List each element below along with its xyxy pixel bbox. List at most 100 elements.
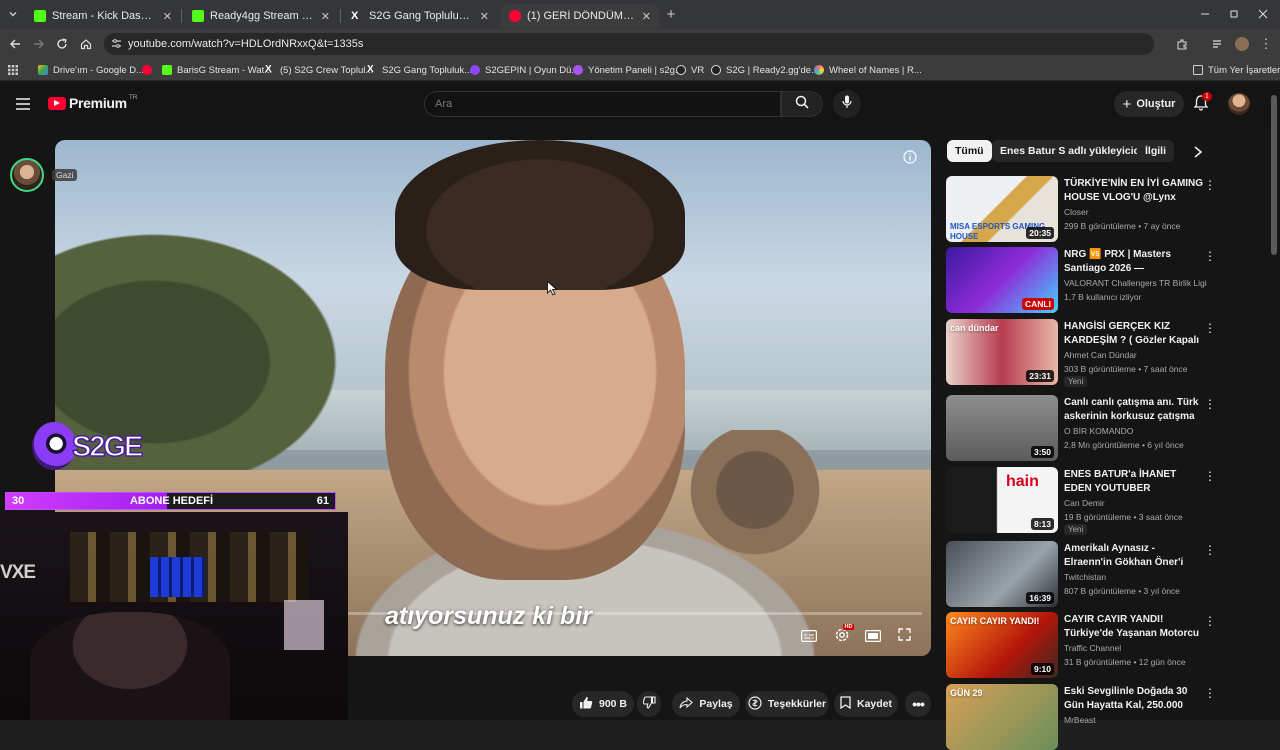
close-tab-icon[interactable]: ✕: [480, 10, 489, 23]
recommendation-item[interactable]: CAYIR CAYIR YANDI! 9:10 CAYIR CAYIR YANDI!…: [946, 612, 1216, 678]
subtitles-icon[interactable]: [801, 629, 818, 647]
recommendation-title[interactable]: TÜRKİYE'NİN EN İYİ GAMING HOUSE VLOG'U @…: [1064, 177, 1204, 204]
recommendation-item[interactable]: 3:50 Canlı canlı çatışma anı. Türk askeri…: [946, 395, 1216, 461]
youtube-premium-logo[interactable]: Premium TR: [48, 94, 137, 111]
more-options-icon[interactable]: ⋮: [1204, 321, 1216, 335]
recommendation-item[interactable]: can dündar 23:31 HANGİSİ GERÇEK KIZ KARDEŞ…: [946, 319, 1216, 387]
recommendation-item[interactable]: CANLI NRG 🆚 PRX | Masters Santiago 2026 —…: [946, 247, 1216, 313]
theater-mode-icon[interactable]: [865, 629, 882, 647]
channel-name[interactable]: MrBeast: [1064, 715, 1096, 725]
create-button[interactable]: + Oluştur: [1114, 91, 1184, 117]
recommendation-item[interactable]: GÜN 29 Eski Sevgilinle Doğada 30 Gün Haya…: [946, 684, 1216, 750]
back-icon[interactable]: [6, 35, 24, 53]
bookmark-s2g-gang[interactable]: X S2G Gang Topluluk...: [367, 63, 472, 77]
channel-name[interactable]: Can Demir: [1064, 498, 1105, 508]
recommendation-title[interactable]: CAYIR CAYIR YANDI! Türkiye'de Yaşanan Mo…: [1064, 613, 1204, 640]
video-thumbnail[interactable]: GÜN 29: [946, 684, 1058, 750]
profile-avatar-icon[interactable]: [1233, 35, 1251, 53]
more-options-icon[interactable]: ⋮: [1204, 178, 1216, 192]
more-options-icon[interactable]: ⋮: [1204, 614, 1216, 628]
recommendation-title[interactable]: ENES BATUR'a İHANET EDEN YOUTUBER: [1064, 468, 1204, 495]
chip-all[interactable]: Tümü: [947, 140, 992, 162]
all-bookmarks-folder[interactable]: Tüm Yer İşaretleri: [1193, 63, 1280, 77]
apps-grid-icon[interactable]: [8, 63, 18, 77]
hamburger-menu-icon[interactable]: [16, 97, 30, 115]
chip-related[interactable]: İlgili: [1137, 140, 1174, 162]
bookmark-ready2gg[interactable]: S2G | Ready2.gg'de...: [711, 63, 819, 77]
recommendation-item[interactable]: hain 8:13 ENES BATUR'a İHANET EDEN YOUTUBE…: [946, 467, 1216, 535]
search-button[interactable]: [781, 91, 823, 117]
close-tab-icon[interactable]: ✕: [163, 10, 172, 23]
recommendation-title[interactable]: Canlı canlı çatışma anı. Türk askerinin …: [1064, 396, 1204, 423]
video-thumbnail[interactable]: 16:39: [946, 541, 1058, 607]
more-options-icon[interactable]: ⋮: [1204, 686, 1216, 700]
notifications-button[interactable]: 1: [1193, 92, 1212, 116]
bookmark-s2g-crew[interactable]: X (5) S2G Crew Toplul...: [265, 63, 373, 77]
new-tab-button[interactable]: +: [662, 5, 680, 23]
recommendation-title[interactable]: Amerikalı Aynasız - Elraenn'in Gökhan Ön…: [1064, 542, 1204, 569]
video-thumbnail[interactable]: CANLI: [946, 247, 1058, 313]
dislike-button[interactable]: [637, 691, 661, 717]
chip-from-uploader[interactable]: Enes Batur S adlı yükleyiciden: [992, 140, 1161, 162]
search-input[interactable]: Ara: [424, 91, 781, 117]
info-icon[interactable]: [903, 150, 917, 169]
bookmark-wheel-of-names[interactable]: Wheel of Names | R...: [814, 63, 922, 77]
close-tab-icon[interactable]: ✕: [642, 10, 651, 23]
channel-name[interactable]: Twitchistan: [1064, 572, 1106, 582]
settings-gear-icon[interactable]: HD: [833, 624, 854, 649]
bookmark-yonetim[interactable]: Yönetim Paneli | s2g...: [573, 63, 683, 77]
close-tab-icon[interactable]: ✕: [321, 10, 330, 23]
video-thumbnail[interactable]: hain 8:13: [946, 467, 1058, 533]
save-button[interactable]: Kaydet: [834, 691, 898, 717]
bookmark-barisg[interactable]: BarisG Stream - Wat...: [162, 63, 272, 77]
menu-kebab-icon[interactable]: ⋮: [1257, 35, 1275, 53]
chips-next-chevron-icon[interactable]: [1193, 145, 1203, 163]
more-options-icon[interactable]: ⋮: [1204, 397, 1216, 411]
media-controls-icon[interactable]: [1209, 35, 1227, 53]
restore-icon[interactable]: [1225, 5, 1243, 23]
recommendation-item[interactable]: MISA ESPORTS GAMING HOUSE 20:35 TÜRKİYE'Nİ…: [946, 176, 1216, 242]
tab-title: Stream - Kick Dashboard: [52, 10, 157, 22]
bookmark-vr[interactable]: VR: [676, 63, 704, 77]
channel-name[interactable]: Ahmet Can Dündar: [1064, 350, 1137, 360]
thanks-button[interactable]: Teşekkürler: [745, 691, 829, 717]
more-options-icon[interactable]: ⋮: [1204, 249, 1216, 263]
recommendation-item[interactable]: 16:39 Amerikalı Aynasız - Elraenn'in Gökh…: [946, 541, 1216, 607]
recommendation-title[interactable]: Eski Sevgilinle Doğada 30 Gün Hayatta Ka…: [1064, 685, 1204, 712]
video-thumbnail[interactable]: 3:50: [946, 395, 1058, 461]
extensions-icon[interactable]: [1173, 35, 1191, 53]
like-button[interactable]: 900 B: [572, 691, 634, 717]
share-button[interactable]: Paylaş: [672, 691, 740, 717]
fullscreen-icon[interactable]: [898, 628, 911, 646]
tab-s2g-gang-x[interactable]: X S2G Gang Topluluk / X ✕: [343, 4, 497, 28]
bookmark-s2gepin[interactable]: S2GEPIN | Oyun Dü...: [470, 63, 579, 77]
address-bar[interactable]: youtube.com/watch?v=HDLOrdNRxxQ&t=1335s: [104, 33, 1154, 55]
home-icon[interactable]: [77, 35, 95, 53]
channel-name[interactable]: Closer: [1064, 207, 1089, 217]
close-window-icon[interactable]: [1254, 5, 1272, 23]
channel-name[interactable]: Traffic Channel: [1064, 643, 1121, 653]
recommendation-title[interactable]: NRG 🆚 PRX | Masters Santiago 2026 — Kayb…: [1064, 248, 1204, 275]
voice-search-button[interactable]: [833, 90, 861, 118]
tab-ready4gg-stream[interactable]: Ready4gg Stream - Watch Live ✕: [184, 4, 338, 28]
more-options-icon[interactable]: ⋮: [1204, 469, 1216, 483]
channel-name[interactable]: O BİR KOMANDO: [1064, 426, 1133, 436]
video-thumbnail[interactable]: CAYIR CAYIR YANDI! 9:10: [946, 612, 1058, 678]
bookmark-youtube[interactable]: [142, 63, 157, 77]
channel-name[interactable]: VALORANT Challengers TR Birlik Ligi: [1064, 278, 1207, 288]
tab-youtube-active[interactable]: (1) GERİ DÖNDÜM. - YouTube ✕: [501, 4, 659, 28]
bookmark-drive[interactable]: Drive'ım - Google D...: [38, 63, 144, 77]
page-scrollbar[interactable]: [1271, 95, 1277, 255]
more-actions-button[interactable]: •••: [905, 691, 931, 717]
minimize-icon[interactable]: [1196, 5, 1214, 23]
forward-icon[interactable]: [30, 35, 48, 53]
account-avatar[interactable]: [1228, 93, 1250, 115]
reload-icon[interactable]: [53, 35, 71, 53]
video-thumbnail[interactable]: MISA ESPORTS GAMING HOUSE 20:35: [946, 176, 1058, 242]
recommendation-title[interactable]: HANGİSİ GERÇEK KIZ KARDEŞİM ? ( Gözler K…: [1064, 320, 1204, 347]
video-thumbnail[interactable]: can dündar 23:31: [946, 319, 1058, 385]
site-info-icon[interactable]: [111, 38, 122, 52]
tab-search-icon[interactable]: [4, 5, 22, 23]
tab-kick-dashboard[interactable]: Stream - Kick Dashboard ✕: [26, 4, 180, 28]
more-options-icon[interactable]: ⋮: [1204, 543, 1216, 557]
